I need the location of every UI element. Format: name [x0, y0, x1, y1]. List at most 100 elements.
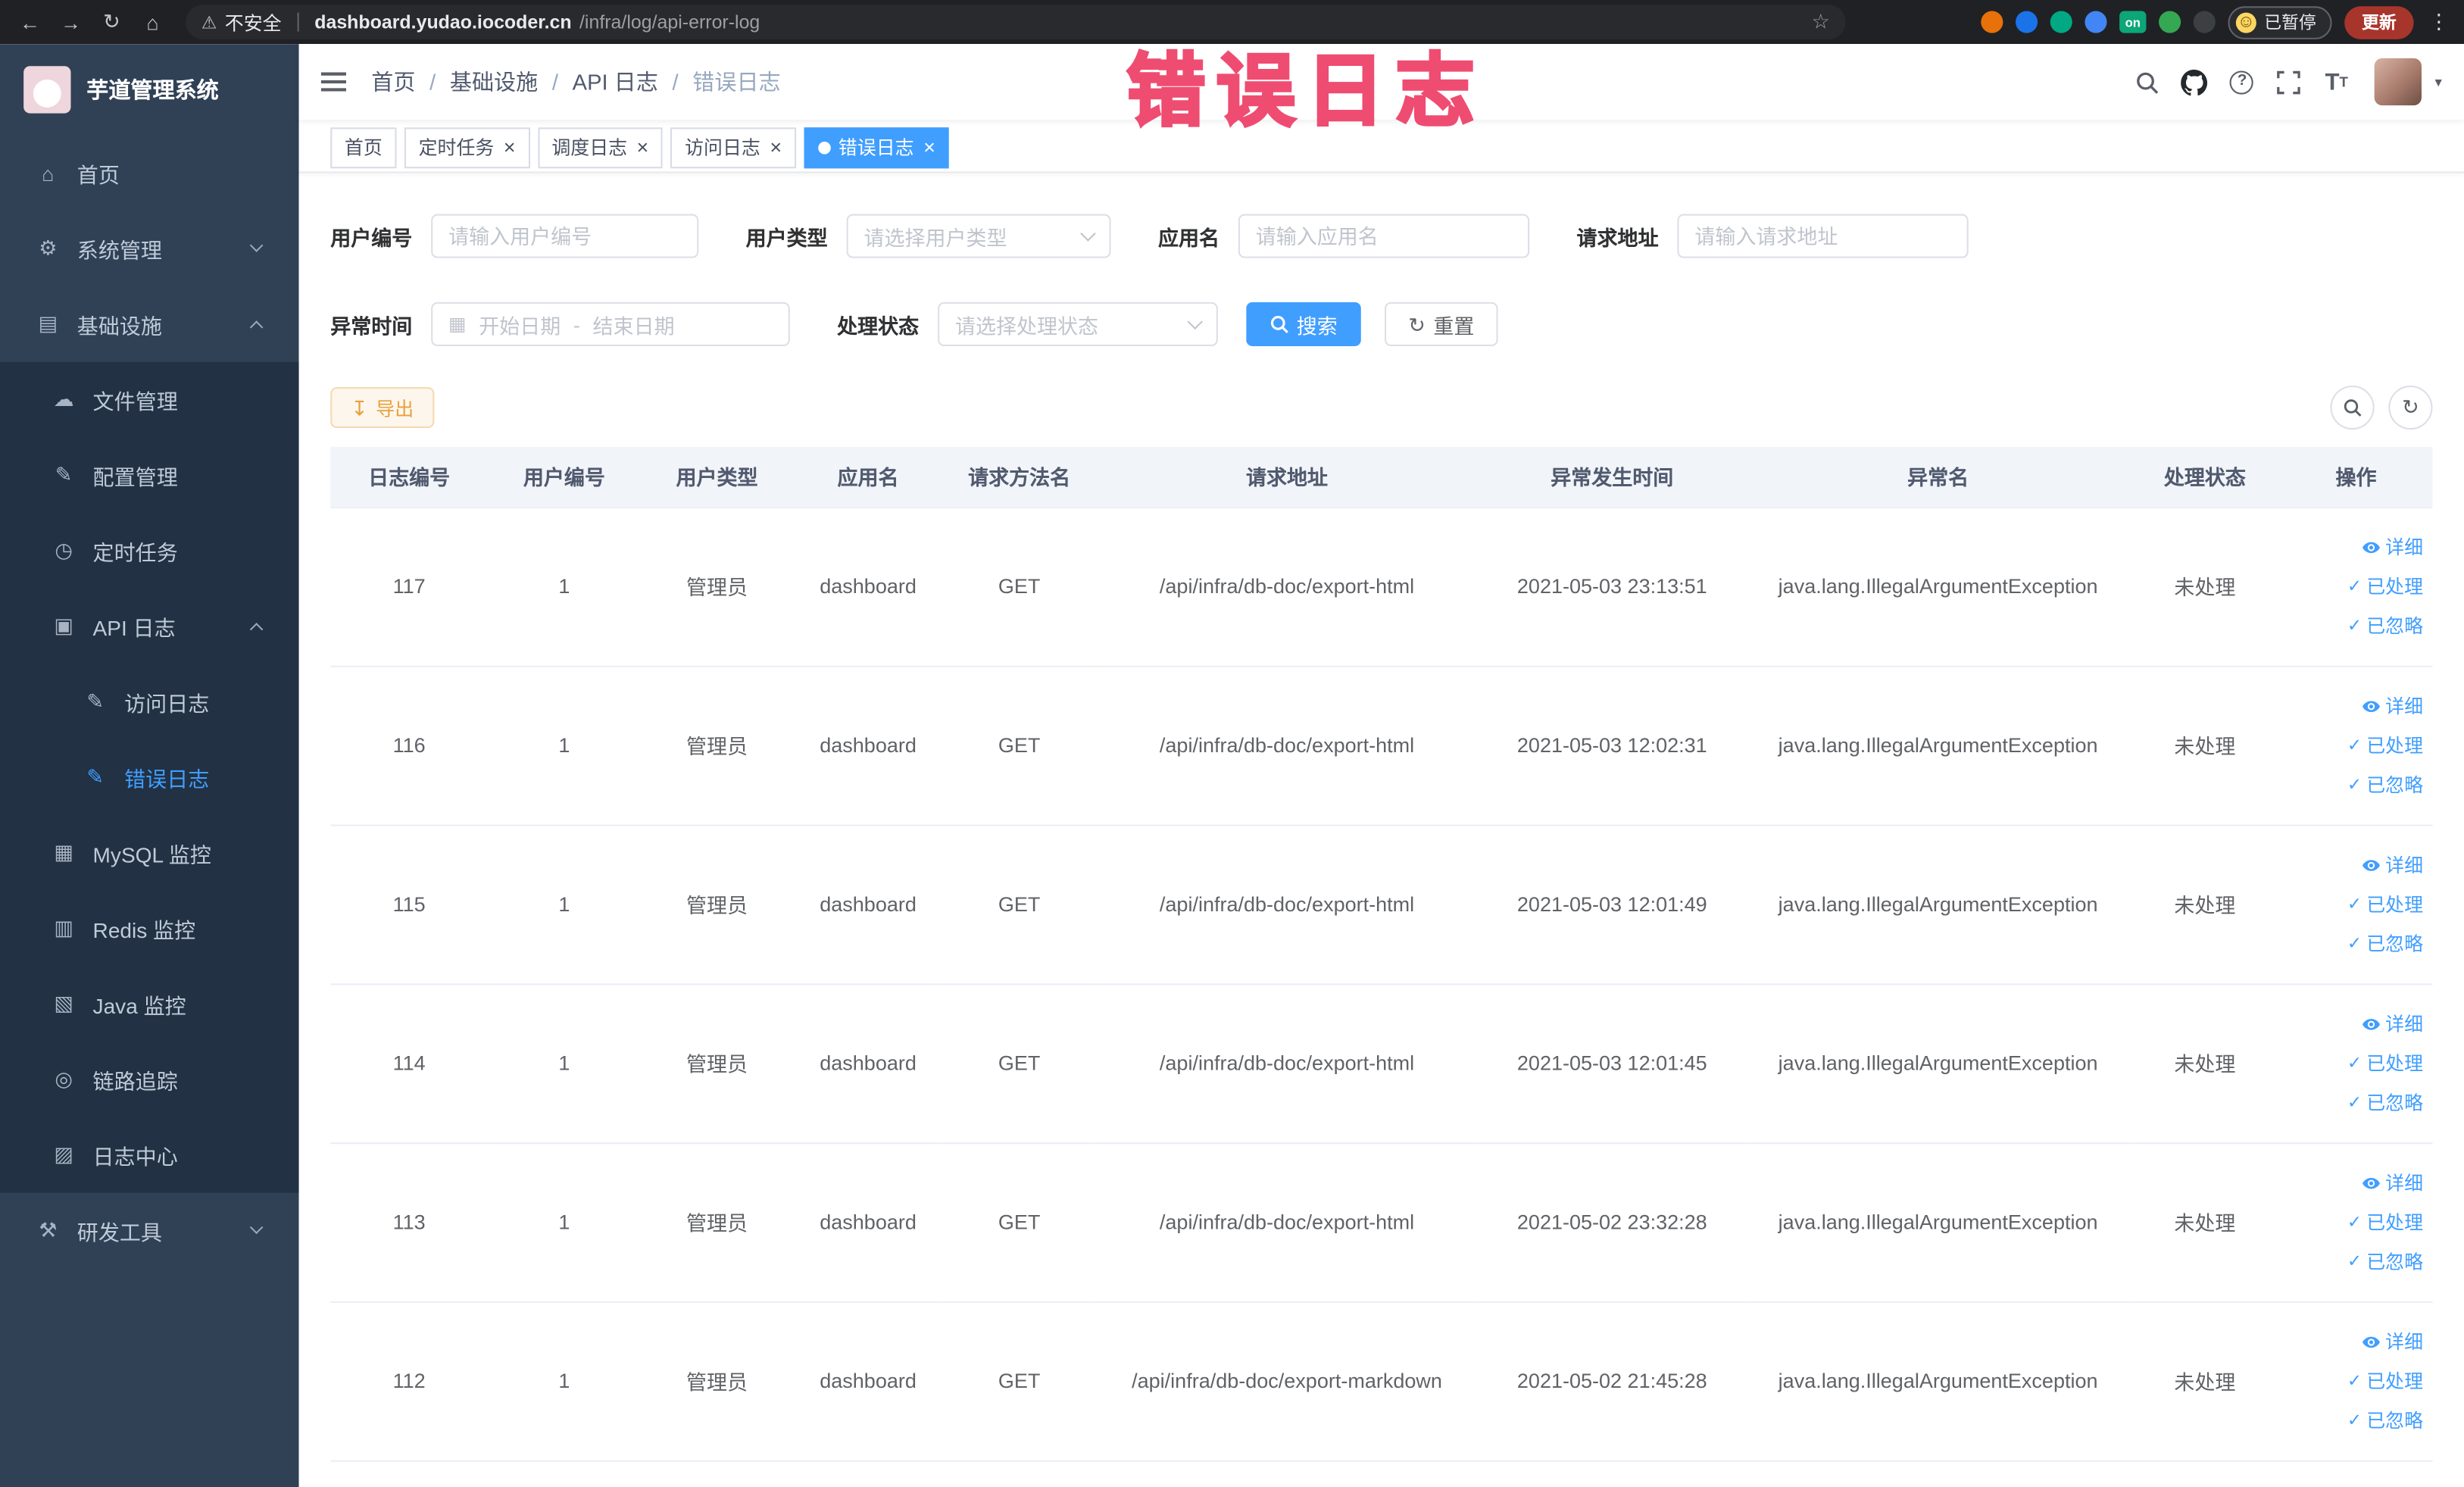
github-icon[interactable]	[2174, 61, 2216, 103]
mark-ignored-link[interactable]: ✓ 已忽略	[2288, 923, 2423, 963]
sidebar-item-label: 文件管理	[92, 390, 178, 414]
detail-link[interactable]: 详细	[2288, 686, 2423, 726]
sidebar-item-error-log[interactable]: ✎ 错误日志	[0, 739, 299, 816]
sidebar-item-link-trace[interactable]: ◎ 链路追踪	[0, 1042, 299, 1117]
breadcrumb-item[interactable]: 基础设施	[450, 66, 538, 98]
sidebar-item-api-log[interactable]: ▣ API 日志	[0, 588, 299, 664]
reset-button[interactable]: ↻ 重置	[1385, 301, 1498, 347]
reload-icon[interactable]: ↻	[95, 9, 130, 34]
help-icon[interactable]: ?	[2221, 61, 2263, 103]
mark-processed-link[interactable]: ✓ 已处理	[2288, 567, 2423, 606]
detail-link[interactable]: 详细	[2288, 1004, 2423, 1043]
cell-status: 未处理	[2130, 1142, 2280, 1302]
detail-link[interactable]: 详细	[2288, 527, 2423, 567]
tab-item[interactable]: 定时任务 ×	[404, 127, 530, 168]
cell-log-id: 115	[330, 824, 489, 985]
tab-close-icon[interactable]: ×	[637, 137, 649, 158]
tab-item[interactable]: 调度日志 ×	[537, 127, 664, 168]
extension-orange[interactable]	[1981, 11, 2003, 33]
mark-processed-link[interactable]: ✓ 已处理	[2288, 884, 2423, 923]
tab-close-icon[interactable]: ×	[770, 137, 782, 158]
search-icon[interactable]	[2126, 61, 2169, 103]
sidebar-menu: ⌂ 首页 ⚙ 系统管理 ▤ 基础设施 ☁ 文件管理 ✎ 配置管理 ◷ 定时任务 ▣ API 日志 ✎ 访问日志…	[0, 136, 299, 1487]
detail-link[interactable]: 详细	[2288, 845, 2423, 885]
chrome-home-icon[interactable]: ⌂	[136, 11, 170, 34]
sidebar-item-infra[interactable]: ▤ 基础设施	[0, 286, 299, 362]
check-icon: ✓	[2347, 934, 2362, 954]
forward-icon[interactable]: →	[54, 11, 89, 34]
mark-ignored-link[interactable]: ✓ 已忽略	[2288, 765, 2423, 804]
search-icon	[1271, 316, 1288, 333]
user-type-select[interactable]: 请选择用户类型	[846, 214, 1111, 258]
hamburger-icon[interactable]	[320, 70, 347, 92]
chevron-down-icon	[249, 1220, 264, 1235]
sidebar-item-access-log[interactable]: ✎ 访问日志	[0, 664, 299, 740]
sidebar-item-label: 日志中心	[92, 1145, 178, 1170]
tab-active[interactable]: 错误日志 ×	[804, 127, 950, 168]
mark-ignored-link[interactable]: ✓ 已忽略	[2288, 1401, 2423, 1440]
date-range-picker[interactable]: ▦ 开始日期 - 结束日期	[431, 301, 790, 347]
mark-processed-link[interactable]: ✓ 已处理	[2288, 1361, 2423, 1401]
check-icon: ✓	[2347, 776, 2362, 795]
avatar-caret-icon[interactable]: ▾	[2435, 73, 2442, 91]
mark-processed-link[interactable]: ✓ 已处理	[2288, 726, 2423, 765]
mark-ignored-link[interactable]: ✓ 已忽略	[2288, 1242, 2423, 1281]
fullscreen-icon[interactable]	[2268, 61, 2310, 103]
sidebar-item-java-monitor[interactable]: ▧ Java 监控	[0, 966, 299, 1042]
sidebar-item-mysql-monitor[interactable]: ▦ MySQL 监控	[0, 815, 299, 891]
breadcrumb-item[interactable]: 首页	[371, 66, 415, 98]
toggle-search-button[interactable]	[2330, 385, 2375, 430]
chevron-up-icon	[249, 623, 264, 636]
font-size-icon[interactable]: TT	[2316, 61, 2358, 103]
extension-drop[interactable]	[2016, 11, 2038, 33]
edit-icon: ✎	[55, 462, 73, 486]
user-type-placeholder: 请选择用户类型	[863, 226, 1007, 250]
user-id-input[interactable]	[431, 214, 699, 258]
tab-item[interactable]: 首页	[330, 127, 397, 168]
sidebar-item-home[interactable]: ⌂ 首页	[0, 136, 299, 211]
check-icon: ✓	[2347, 1054, 2362, 1073]
search-button[interactable]: 搜索	[1246, 301, 1361, 347]
request-url-input[interactable]	[1677, 214, 1969, 258]
cell-status: 未处理	[2130, 1301, 2280, 1461]
user-avatar[interactable]	[2375, 58, 2422, 106]
cloud-icon: ☁	[53, 387, 74, 411]
chrome-update-button[interactable]: 更新	[2344, 5, 2414, 39]
mark-ignored-link[interactable]: ✓ 已忽略	[2288, 1082, 2423, 1122]
sidebar-item-log-center[interactable]: ▨ 日志中心	[0, 1117, 299, 1193]
security-label[interactable]: 不安全	[225, 8, 282, 35]
sidebar-item-dev-tools[interactable]: ⚒ 研发工具	[0, 1193, 299, 1269]
detail-link[interactable]: 详细	[2288, 1322, 2423, 1361]
bookmark-star-icon[interactable]: ☆	[1812, 9, 1830, 34]
mark-processed-link[interactable]: ✓ 已处理	[2288, 1043, 2423, 1082]
extension-on-badge[interactable]: on	[2119, 11, 2147, 33]
main-area: 首页 / 基础设施 / API 日志 / 错误日志 ? TT ▾ 首页 定时任务…	[298, 44, 2464, 1487]
mark-ignored-link[interactable]: ✓ 已忽略	[2288, 606, 2423, 645]
tab-item[interactable]: 访问日志 ×	[670, 127, 796, 168]
sidebar-item-file-manage[interactable]: ☁ 文件管理	[0, 361, 299, 438]
breadcrumb-item[interactable]: API 日志	[573, 66, 658, 98]
column-header: 异常名	[1745, 446, 2131, 508]
app-name-input[interactable]	[1238, 214, 1530, 258]
chrome-menu-icon[interactable]: ⋮	[2426, 9, 2451, 34]
detail-link[interactable]: 详细	[2288, 1163, 2423, 1202]
extension-leaf[interactable]	[2159, 11, 2181, 33]
mark-processed-link[interactable]: ✓ 已处理	[2288, 1202, 2423, 1242]
extension-paw[interactable]	[2193, 11, 2216, 33]
refresh-table-button[interactable]: ↻	[2388, 385, 2433, 430]
export-button[interactable]: ↧ 导出	[330, 387, 435, 429]
address-bar[interactable]: ⚠ 不安全 dashboard.yudao.iocoder.cn /infra/…	[186, 5, 1846, 39]
url-path: /infra/log/api-error-log	[579, 11, 760, 33]
process-status-select[interactable]: 请选择处理状态	[938, 301, 1218, 347]
sidebar-item-system[interactable]: ⚙ 系统管理	[0, 211, 299, 286]
sidebar-item-scheduled-job[interactable]: ◷ 定时任务	[0, 513, 299, 589]
extension-grid[interactable]	[2085, 11, 2107, 33]
paused-badge[interactable]: ☺ 已暂停	[2228, 5, 2332, 39]
tab-close-icon[interactable]: ×	[504, 137, 516, 158]
sidebar-item-config-manage[interactable]: ✎ 配置管理	[0, 437, 299, 514]
extension-teal[interactable]	[2050, 11, 2072, 33]
sidebar-item-redis-monitor[interactable]: ▥ Redis 监控	[0, 890, 299, 967]
back-icon[interactable]: ←	[13, 11, 48, 34]
tab-close-icon[interactable]: ×	[923, 137, 935, 158]
app-logo[interactable]: 芋道管理系统	[0, 44, 299, 135]
